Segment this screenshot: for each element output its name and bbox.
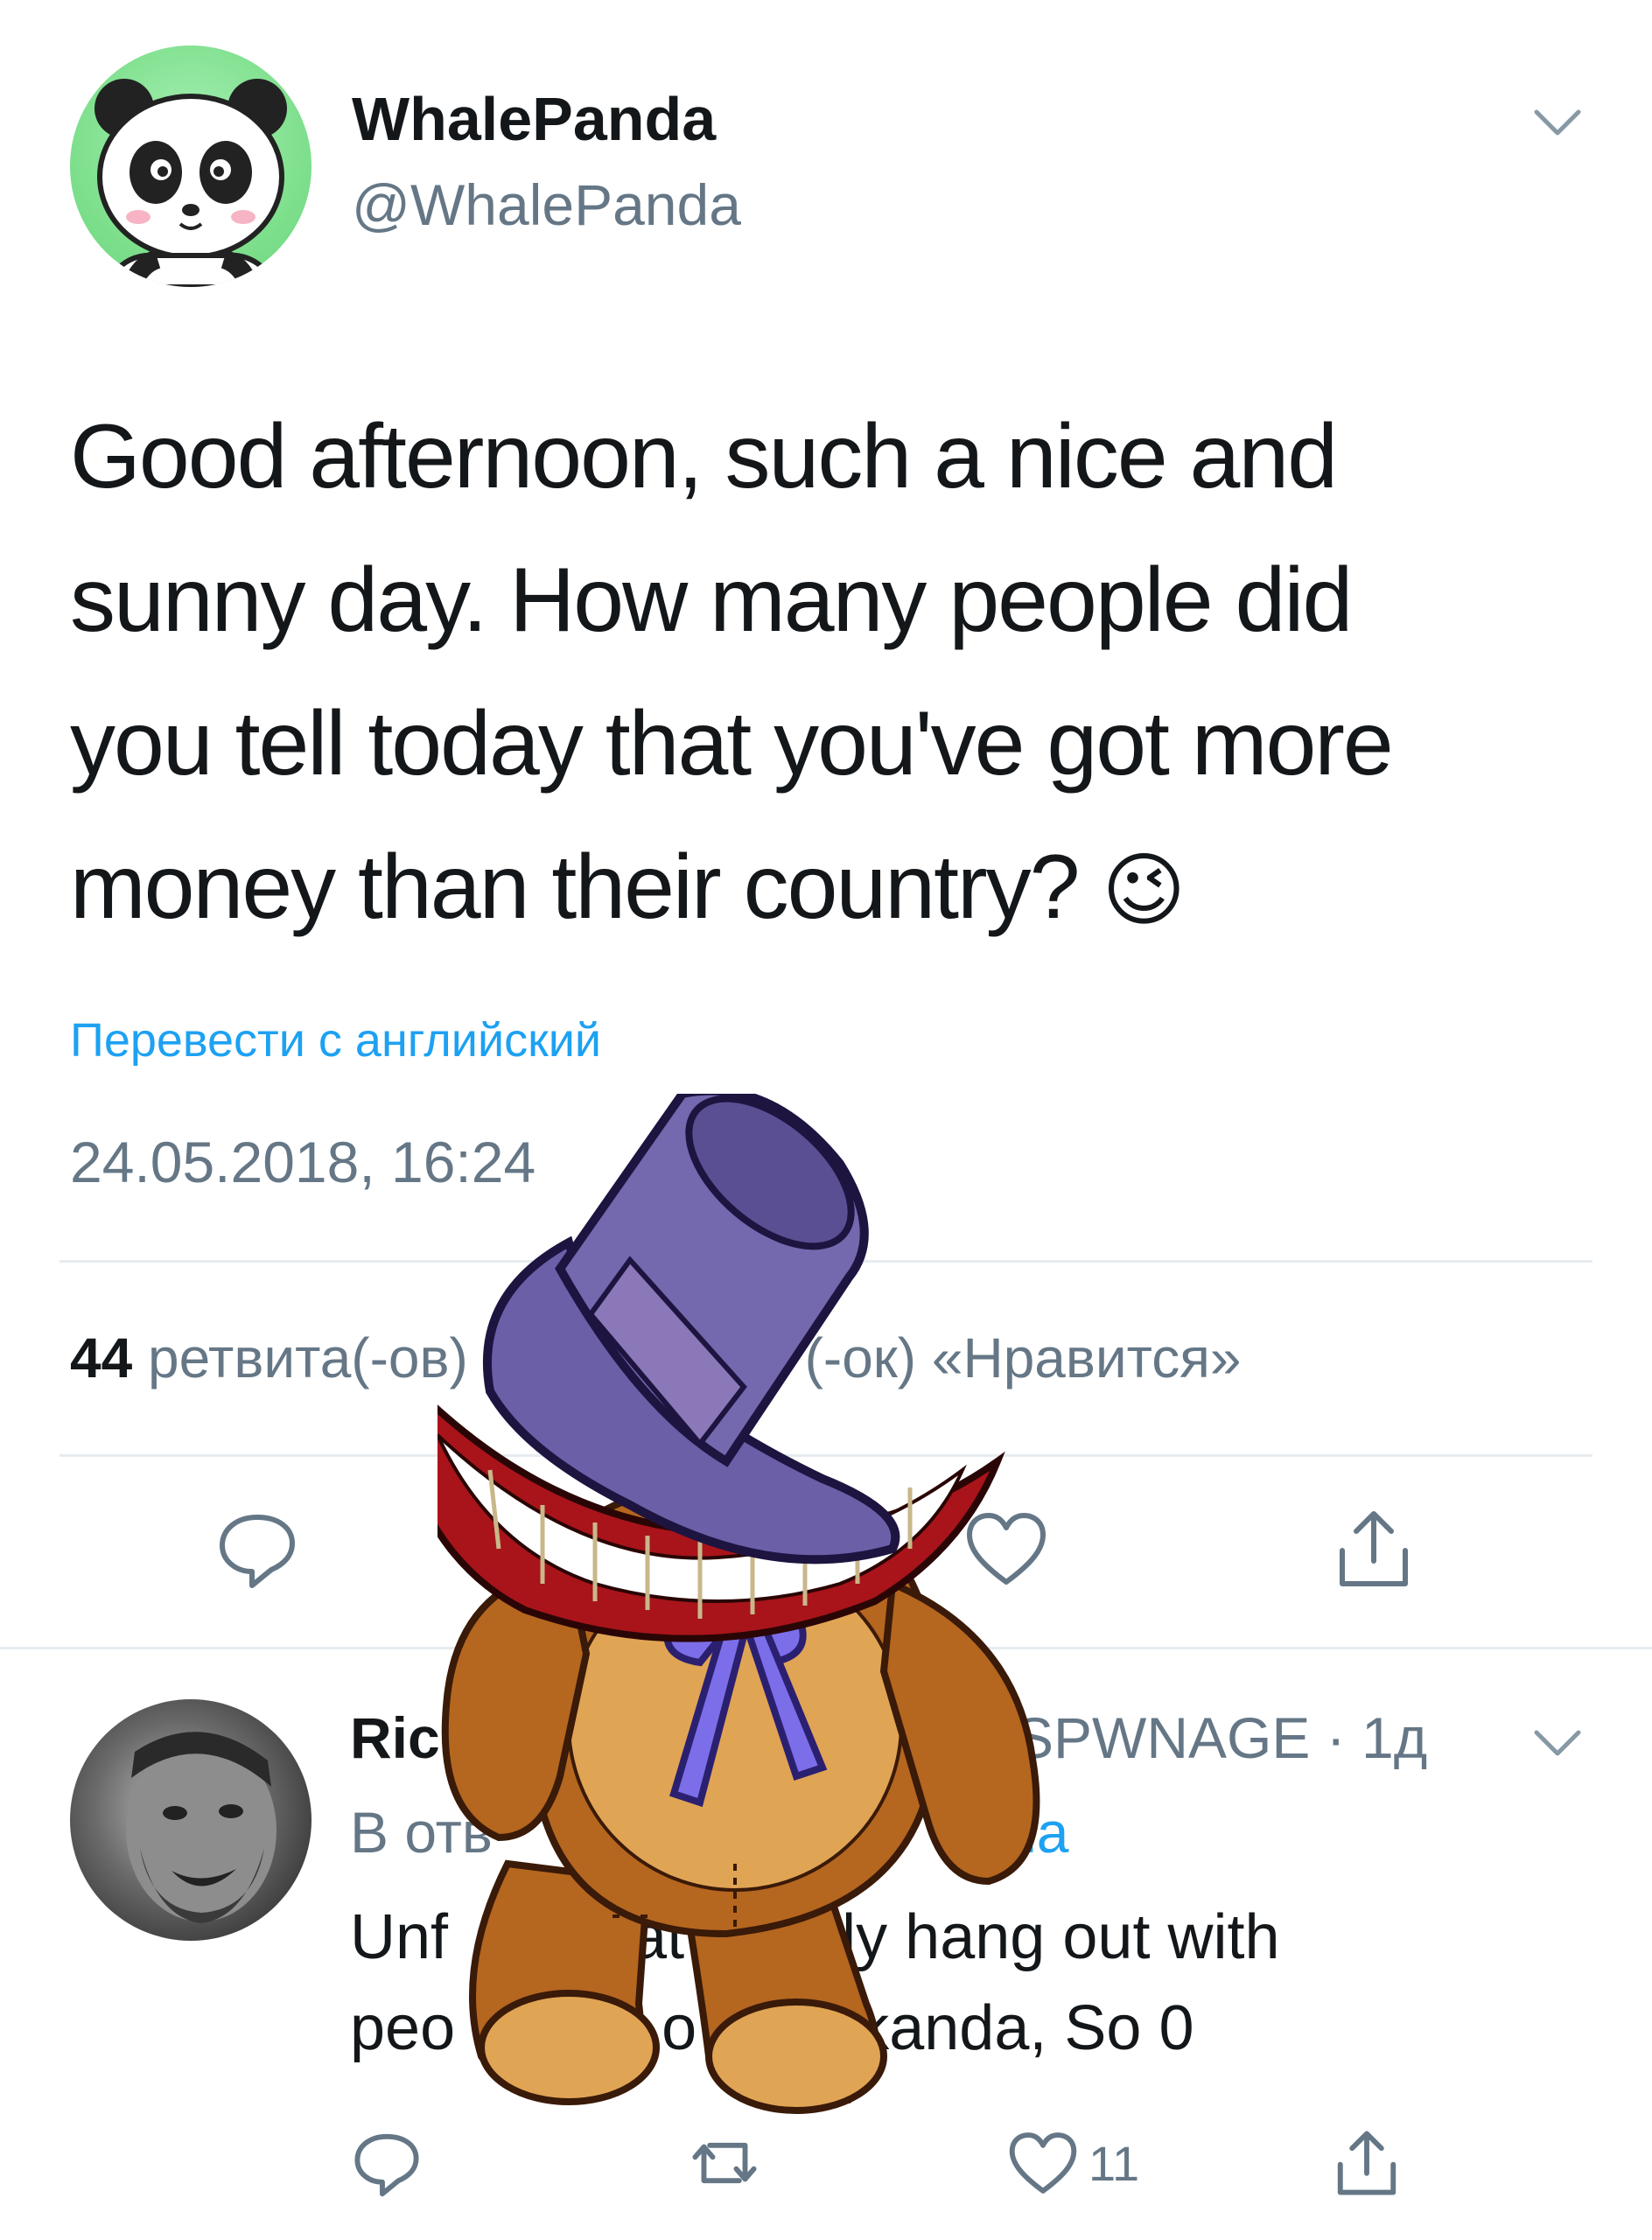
profile-avatar[interactable]: [70, 46, 312, 287]
tweet-text: Good afternoon, such a nice and sunny da…: [70, 385, 1558, 962]
tweet-text-fragment: money than their country?: [70, 836, 1080, 938]
author-display-name[interactable]: WhalePanda: [352, 84, 716, 154]
reply-icon[interactable]: [350, 2126, 424, 2200]
share-icon[interactable]: [1330, 1505, 1418, 1592]
person-photo-icon: [126, 1732, 276, 1923]
retweet-icon[interactable]: [688, 2126, 761, 2200]
share-icon[interactable]: [1330, 2126, 1404, 2200]
translate-link[interactable]: Перевести с английский: [70, 1013, 601, 1068]
tweet-text-line: money than their country? 😉: [70, 816, 1558, 962]
reply-author-name[interactable]: Ric: [350, 1704, 440, 1771]
reply-icon[interactable]: [214, 1505, 301, 1592]
tweet-text-line: sunny day. How many people did: [70, 550, 1353, 651]
reply-likes-count: 11: [1088, 2136, 1140, 2191]
top-hat-teddy-bear-sticker: [438, 1094, 1040, 2114]
winking-emoji: 😉: [1102, 846, 1186, 935]
author-handle[interactable]: @WhalePanda: [352, 172, 741, 238]
chevron-down-icon[interactable]: [1533, 1726, 1582, 1760]
retweets-label[interactable]: ретвита(-ов): [148, 1326, 468, 1390]
tweet-text-line: you tell today that you've got more: [70, 693, 1394, 794]
panda-avatar-icon: [94, 79, 287, 287]
reply-text-fragment: Unf: [350, 1902, 449, 1972]
reply-author-avatar[interactable]: [70, 1699, 312, 1941]
retweets-count[interactable]: 44: [70, 1326, 132, 1390]
chevron-down-icon[interactable]: [1533, 105, 1582, 140]
like-icon[interactable]: [1006, 2126, 1080, 2200]
tweet-text-line: Good afternoon, such a nice and: [70, 406, 1338, 508]
